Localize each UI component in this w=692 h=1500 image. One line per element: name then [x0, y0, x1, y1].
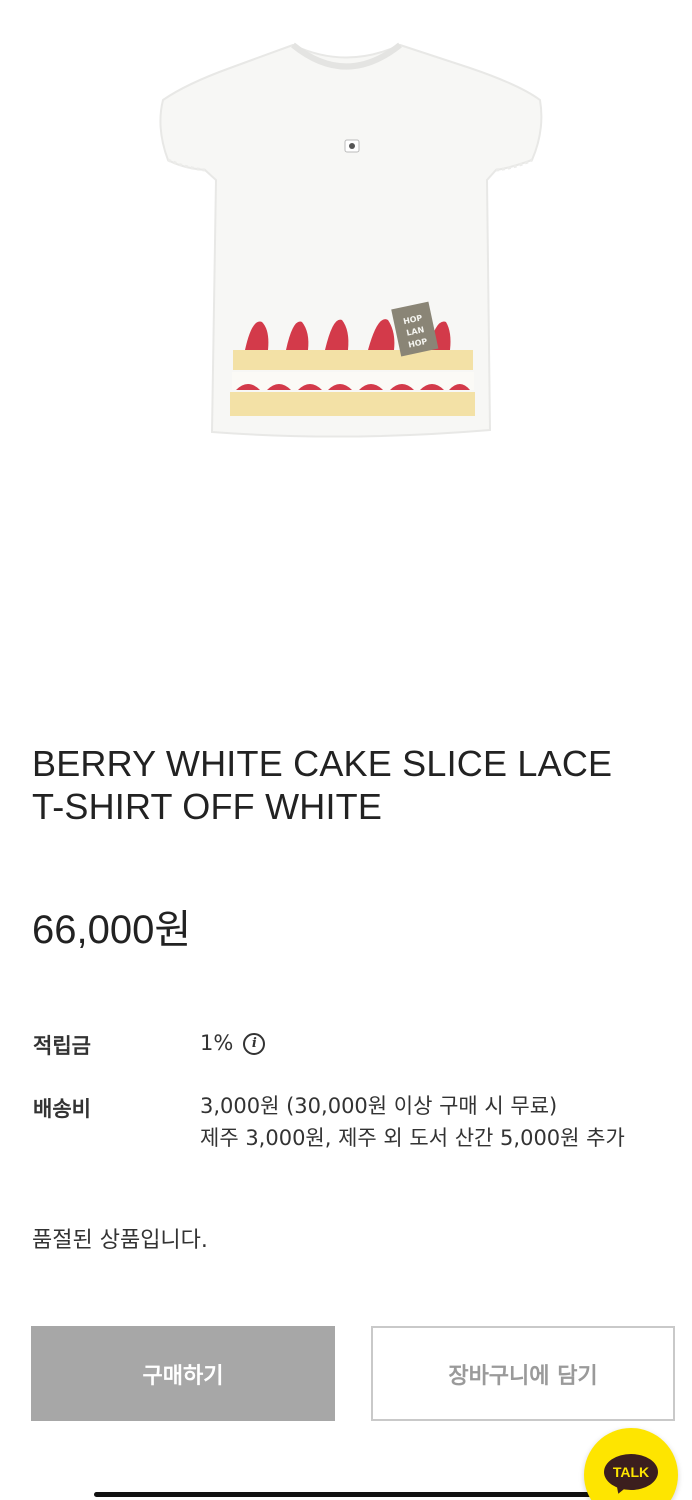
- points-value-row: 1% i: [200, 1027, 266, 1059]
- shipping-line-2: 제주 3,000원, 제주 외 도서 산간 5,000원 추가: [200, 1126, 625, 1150]
- product-title: BERRY WHITE CAKE SLICE LACE T-SHIRT OFF …: [32, 743, 613, 827]
- kakao-talk-button[interactable]: TALK: [584, 1428, 678, 1500]
- product-image[interactable]: HOP LAN HOP: [0, 0, 692, 700]
- tshirt-image: HOP LAN HOP: [159, 42, 543, 438]
- talk-label: TALK: [612, 1464, 650, 1480]
- home-indicator: [94, 1492, 598, 1497]
- info-icon[interactable]: i: [243, 1033, 266, 1055]
- add-to-cart-button[interactable]: 장바구니에 담기: [371, 1326, 675, 1421]
- points-label: 적립금: [33, 1034, 91, 1058]
- shipping-line-1: 3,000원 (30,000원 이상 구매 시 무료): [200, 1094, 558, 1118]
- shipping-label: 배송비: [33, 1097, 91, 1121]
- points-value: 1%: [200, 1031, 234, 1055]
- buy-button[interactable]: 구매하기: [31, 1326, 335, 1421]
- chat-bubble-icon: TALK: [604, 1454, 658, 1490]
- soldout-message: 품절된 상품입니다.: [32, 1228, 208, 1253]
- product-price: 66,000원: [32, 908, 192, 952]
